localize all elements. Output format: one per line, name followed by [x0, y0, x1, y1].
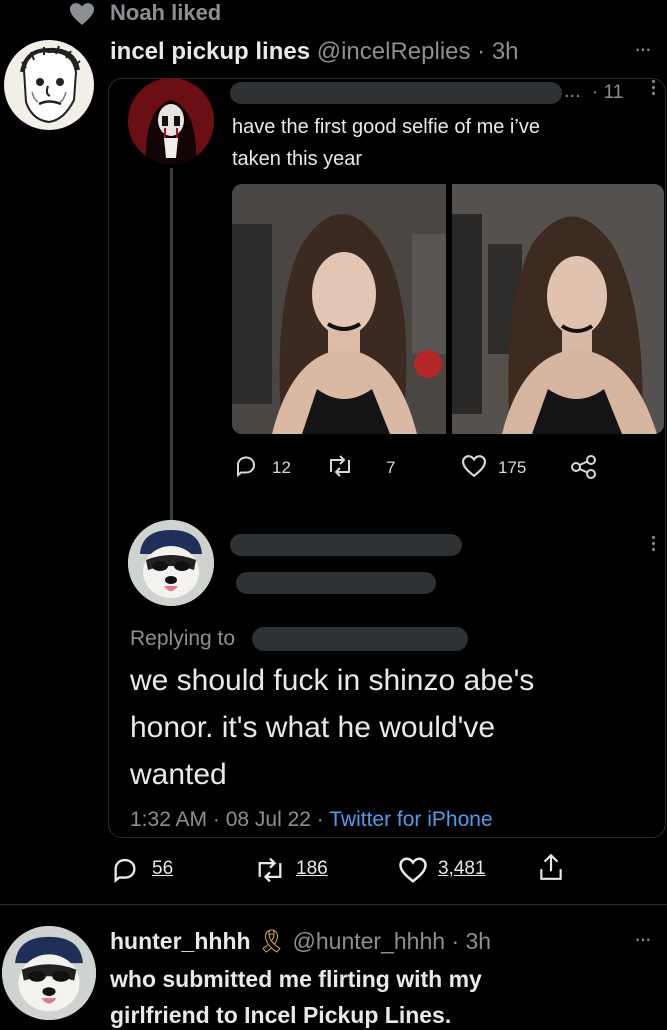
reply-icon[interactable]: [110, 856, 140, 884]
post-text-line2: taken this year: [232, 148, 363, 170]
ribbon-emoji: 🎗: [256, 928, 287, 954]
original-poster-avatar[interactable]: [128, 78, 214, 164]
reply-count[interactable]: 56: [152, 858, 173, 880]
more-options-icon[interactable]: ···: [634, 36, 652, 62]
like-count[interactable]: 3,481: [438, 858, 486, 880]
reply-tweet-text-line1: who submitted me flirting with my: [110, 966, 482, 992]
retweet-icon[interactable]: [254, 856, 286, 884]
author-display-name[interactable]: incel pickup lines: [110, 38, 310, 65]
retweet-count[interactable]: 186: [296, 858, 328, 880]
post-share-icon[interactable]: [570, 454, 598, 480]
replier-avatar[interactable]: [128, 520, 214, 606]
post-like-icon[interactable]: [460, 454, 488, 478]
reply-text-line1: we should fuck in shinzo abe's: [130, 664, 535, 697]
redacted-username: [230, 82, 562, 104]
thread-line: [170, 168, 173, 520]
like-icon[interactable]: [398, 856, 428, 884]
author-avatar[interactable]: [4, 40, 94, 130]
selfie-photo-1[interactable]: [232, 184, 446, 434]
liked-by-label: Noah liked: [110, 0, 222, 25]
redacted-replier-handle: [236, 572, 436, 594]
reply-tweet-time[interactable]: · 3h: [451, 928, 491, 954]
post-text-line1: have the first good selfie of me i’ve: [232, 116, 540, 138]
redacted-replier-name: [230, 534, 462, 556]
post-time: · 11: [592, 82, 624, 103]
tweet-divider: [0, 904, 667, 905]
reply-author-avatar[interactable]: [2, 926, 96, 1020]
post-reply-count: 12: [272, 458, 291, 477]
selfie-photo-2[interactable]: [452, 184, 664, 434]
reply-tweet-text-line2: girlfriend to Incel Pickup Lines.: [110, 1002, 452, 1028]
reply-tweet-more-icon[interactable]: ···: [634, 926, 652, 952]
reply-timestamp: 1:32 AM · 08 Jul 22 · Twitter for iPhone: [130, 808, 493, 832]
author-handle[interactable]: @incelReplies: [317, 38, 471, 65]
heart-icon: [68, 2, 96, 26]
post-reply-icon[interactable]: [234, 454, 258, 478]
replying-to-label: Replying to: [130, 627, 236, 650]
reply-tweet-header: hunter_hhhh 🎗 @hunter_hhhh · 3h: [110, 928, 491, 955]
share-icon[interactable]: [538, 852, 564, 882]
reply-author-handle[interactable]: @hunter_hhhh: [293, 928, 446, 954]
reply-time: 1:32 AM · 08 Jul 22 ·: [130, 808, 330, 831]
outer-tweet-header: incel pickup lines @incelReplies · 3h: [110, 38, 519, 66]
post-retweet-count: 7: [386, 458, 396, 477]
reply-author-name[interactable]: hunter_hhhh: [110, 928, 251, 954]
post-more-icon[interactable]: [652, 80, 656, 95]
post-ellipsis: ...: [564, 80, 581, 102]
tweet-time[interactable]: · 3h: [477, 38, 518, 65]
post-retweet-icon[interactable]: [326, 454, 354, 478]
reply-text-line3: wanted: [130, 758, 227, 791]
reply-source-link[interactable]: Twitter for iPhone: [329, 808, 492, 831]
redacted-replying-to-handle: [252, 627, 468, 651]
reply-text-line2: honor. it's what he would've: [130, 711, 496, 744]
reply-more-icon[interactable]: [652, 536, 656, 551]
post-like-count: 175: [498, 458, 527, 477]
